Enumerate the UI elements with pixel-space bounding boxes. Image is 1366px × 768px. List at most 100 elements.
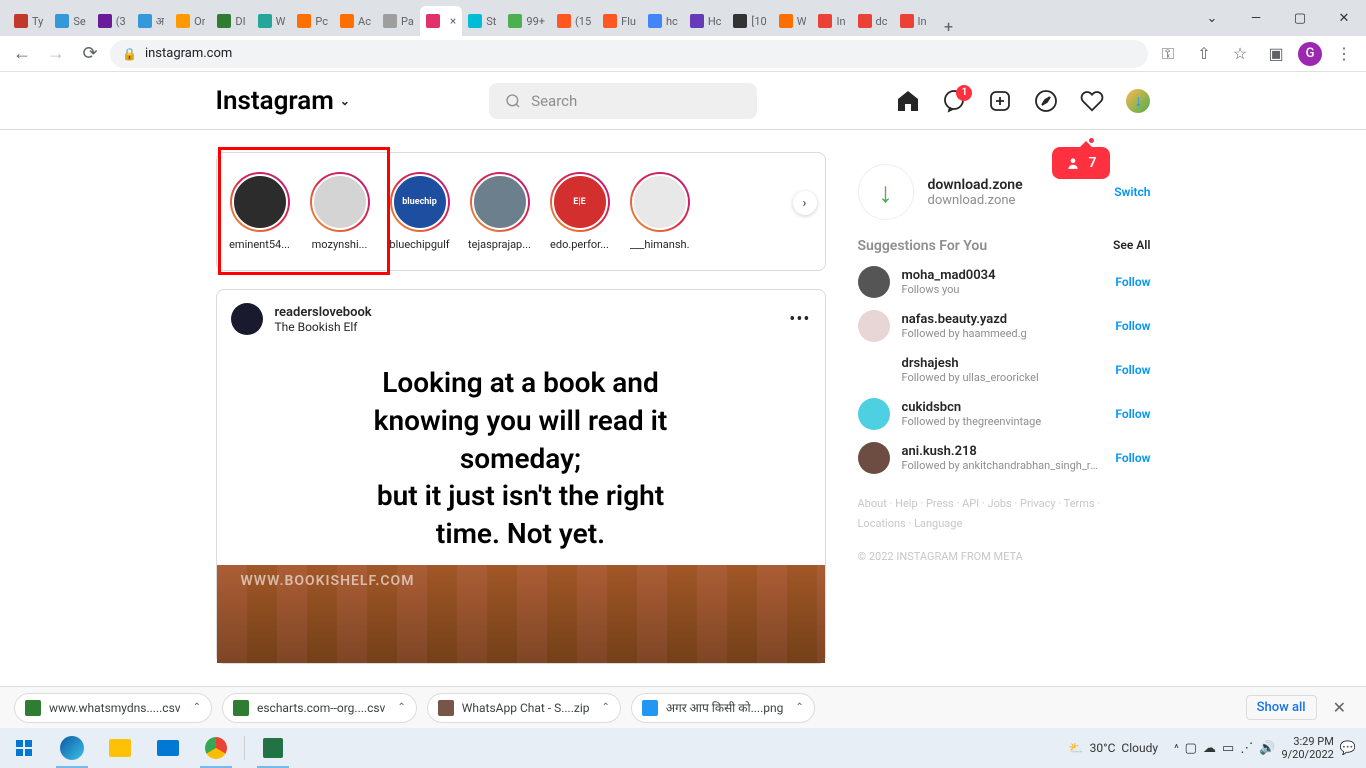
wifi-icon[interactable]: ⋰ [1240,741,1253,756]
post-more-icon[interactable]: ••• [789,309,810,330]
browser-tab[interactable]: hc [642,6,684,36]
back-button[interactable]: ← [8,40,36,68]
taskbar-edge[interactable] [48,728,96,768]
download-item[interactable]: WhatsApp Chat - S....zip⌃ [427,693,621,723]
suggestion-avatar[interactable] [858,310,890,342]
taskbar-chrome[interactable] [192,728,240,768]
taskbar-mail[interactable] [144,728,192,768]
browser-tab[interactable]: W [773,6,813,36]
browser-tab[interactable]: In [812,6,851,36]
close-downloads-bar[interactable]: ✕ [1327,698,1352,717]
follow-link[interactable]: Follow [1115,275,1150,289]
suggestion-username[interactable]: moha_mad0034 [902,268,1104,283]
browser-tab[interactable]: Ty [8,6,49,36]
meet-now-icon[interactable]: ▢ [1185,741,1197,756]
address-bar[interactable]: 🔒 instagram.com [110,40,1148,68]
follow-link[interactable]: Follow [1115,319,1150,333]
explore-icon[interactable] [1034,89,1058,113]
notification-bubble[interactable]: 7 [1052,147,1110,179]
post-username[interactable]: readerslovebook [275,305,372,320]
browser-tab[interactable]: St [462,6,502,36]
messenger-icon[interactable]: 1 [942,89,966,113]
suggestion-avatar[interactable] [858,398,890,430]
instagram-logo[interactable]: Instagram ⌄ [216,86,350,116]
browser-tab[interactable]: dc [852,6,894,36]
browser-tab[interactable]: Pa [377,6,420,36]
download-item[interactable]: अगर आप किसी को....png⌃ [631,693,815,723]
sidebar-username[interactable]: download.zone [928,177,1023,193]
close-window-button[interactable]: ✕ [1322,3,1366,33]
password-key-icon[interactable]: ⚿ [1154,40,1182,68]
watermark-text: WWW.BOOKISHELF.COM [241,573,415,589]
footer-links[interactable]: About · Help · Press · API · Jobs · Priv… [858,494,1151,534]
chrome-menu-icon[interactable]: ⋮ [1330,40,1358,68]
share-icon[interactable]: ⇧ [1190,40,1218,68]
post-avatar[interactable] [231,303,263,335]
system-clock[interactable]: 3:29 PM 9/20/2022 [1281,735,1333,761]
start-button[interactable] [0,728,48,768]
follow-link[interactable]: Follow [1115,451,1150,465]
taskbar-excel[interactable] [249,728,297,768]
suggestion-username[interactable]: drshajesh [902,356,1104,371]
browser-tab[interactable]: 99+ [502,6,551,36]
profile-avatar[interactable] [1126,89,1150,113]
browser-tab[interactable]: Hc [684,6,728,36]
taskbar-explorer[interactable] [96,728,144,768]
browser-tab[interactable]: Or [170,6,211,36]
suggestion-avatar[interactable] [858,266,890,298]
suggestion-username[interactable]: cukidsbcn [902,400,1104,415]
show-all-downloads[interactable]: Show all [1246,695,1317,720]
browser-tab[interactable]: × [420,6,462,36]
home-icon[interactable] [896,89,920,113]
volume-icon[interactable]: 🔊 [1259,741,1275,756]
browser-tab[interactable]: Flu [597,6,642,36]
download-item[interactable]: escharts.com--org....csv⌃ [222,693,417,723]
suggestion-avatar[interactable] [858,354,890,386]
browser-tab[interactable]: (3 [92,6,132,36]
story-item[interactable]: eminent54... [227,172,293,251]
browser-tab[interactable]: Se [49,6,91,36]
search-input[interactable]: Search [489,83,757,119]
browser-tab[interactable]: Pc [291,6,334,36]
story-item[interactable]: E|Eedo.perfor... [547,172,613,251]
browser-tab[interactable]: अ [132,6,170,36]
weather-widget[interactable]: ⛅ 30°C Cloudy [1069,741,1158,755]
forward-button[interactable]: → [42,40,70,68]
switch-account-link[interactable]: Switch [1114,185,1150,199]
side-panel-icon[interactable]: ▣ [1262,40,1290,68]
notifications-icon[interactable]: 💬 [1340,741,1356,756]
stories-next-arrow[interactable]: › [793,191,817,215]
browser-tab[interactable]: (15 [551,6,597,36]
follow-link[interactable]: Follow [1115,407,1150,421]
download-item[interactable]: www.whatsmydns.....csv⌃ [14,693,212,723]
tray-expand-icon[interactable]: ^ [1174,742,1179,755]
suggestion-avatar[interactable] [858,442,890,474]
maximize-button[interactable]: ▢ [1278,3,1322,33]
follow-link[interactable]: Follow [1115,363,1150,377]
see-all-link[interactable]: See All [1113,238,1150,254]
tab-search-button[interactable]: ⌄ [1190,3,1234,33]
browser-tab[interactable]: [10 [727,6,772,36]
battery-icon[interactable]: ▭ [1222,741,1234,756]
onedrive-icon[interactable]: ☁ [1203,741,1216,756]
browser-tab[interactable]: In [894,6,933,36]
browser-tab[interactable]: Ac [334,6,377,36]
new-tab-button[interactable]: + [933,17,961,36]
browser-tab[interactable]: DI [211,6,251,36]
story-item[interactable]: ___himansh. [627,172,693,251]
story-item[interactable]: tejasprajap... [467,172,533,251]
bookmark-star-icon[interactable]: ☆ [1226,40,1254,68]
suggestion-username[interactable]: nafas.beauty.yazd [902,312,1104,327]
sidebar-avatar[interactable] [858,164,914,220]
reload-button[interactable]: ⟳ [76,40,104,68]
story-item[interactable]: bluechipbluechipgulf [387,172,453,251]
minimize-button[interactable]: — [1234,3,1278,33]
chrome-profile-avatar[interactable]: G [1298,42,1322,66]
browser-tab[interactable]: W [252,6,292,36]
story-item[interactable]: mozynshi... [307,172,373,251]
post-image[interactable]: Looking at a book and knowing you will r… [217,348,825,663]
suggestion-username[interactable]: ani.kush.218 [902,444,1104,459]
activity-heart-icon[interactable] [1080,89,1104,113]
chevron-down-icon: ⌄ [340,94,350,108]
new-post-icon[interactable] [988,89,1012,113]
